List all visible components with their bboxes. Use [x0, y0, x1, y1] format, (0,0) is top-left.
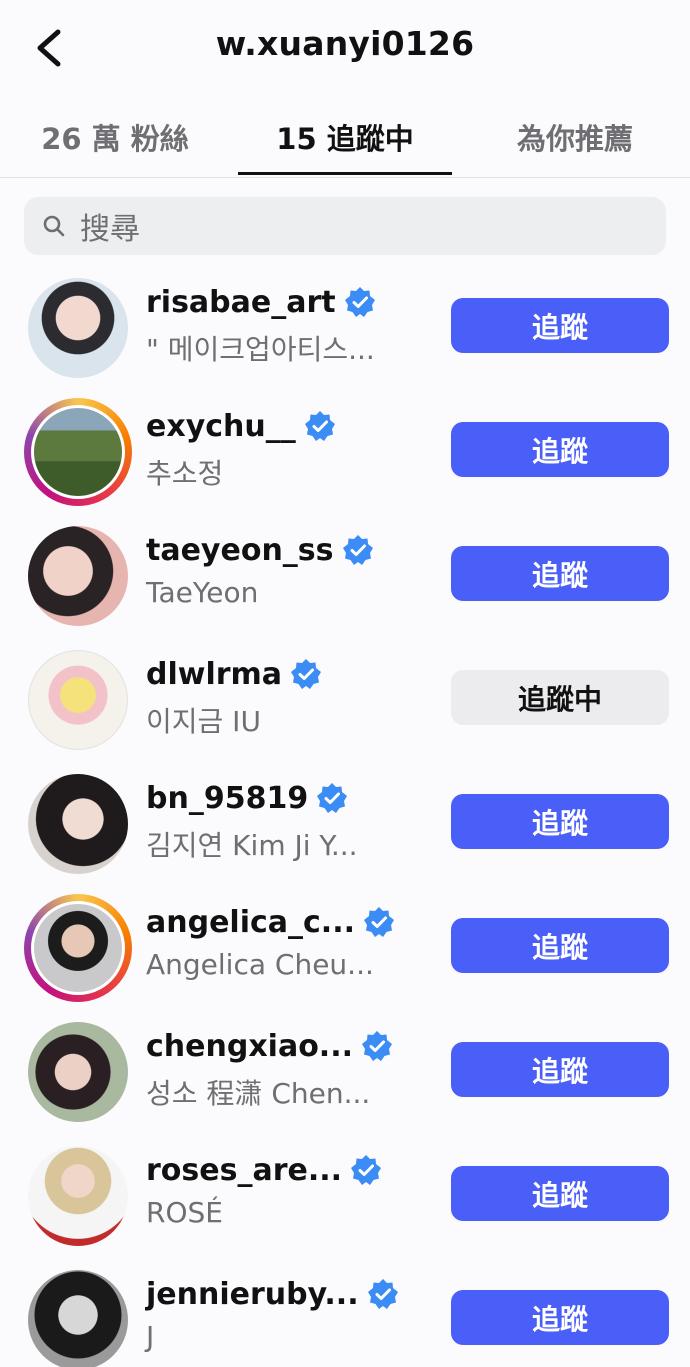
search-input[interactable]: 搜尋	[24, 197, 666, 255]
verified-badge-icon	[362, 1031, 392, 1061]
username[interactable]: risabae_art	[146, 285, 336, 320]
display-name: 이지금 IU	[146, 705, 261, 738]
display-name: " 메이크업아티스...	[146, 333, 375, 366]
avatar[interactable]	[24, 770, 132, 878]
verified-badge-icon	[342, 535, 373, 565]
list-item[interactable]: chengxiao... 성소 程潇 Chen... 追蹤	[0, 1014, 690, 1130]
avatar[interactable]	[24, 1018, 132, 1126]
username[interactable]: jennieruby...	[146, 1277, 359, 1312]
verified-badge-icon	[291, 659, 322, 689]
search-icon	[43, 215, 65, 237]
follow-button[interactable]: 追蹤	[451, 298, 669, 353]
verified-badge-icon	[351, 1155, 382, 1185]
list-item[interactable]: jennieruby... J 追蹤	[0, 1262, 690, 1367]
following-button[interactable]: 追蹤中	[451, 670, 669, 725]
avatar[interactable]	[24, 1142, 132, 1250]
avatar[interactable]	[24, 646, 132, 754]
username[interactable]: roses_are...	[146, 1153, 342, 1188]
follow-button[interactable]: 追蹤	[451, 918, 669, 973]
follow-button[interactable]: 追蹤	[451, 1042, 669, 1097]
verified-badge-icon	[317, 783, 348, 813]
avatar[interactable]	[24, 1266, 132, 1367]
username[interactable]: dlwlrma	[146, 657, 282, 692]
avatar[interactable]	[24, 274, 132, 382]
list-item[interactable]: taeyeon_ss TaeYeon 追蹤	[0, 518, 690, 634]
list-item[interactable]: angelica_c... Angelica Cheu... 追蹤	[0, 890, 690, 1006]
display-name: 성소 程潇 Chen...	[146, 1077, 371, 1110]
username[interactable]: angelica_c...	[146, 905, 355, 940]
follow-button[interactable]: 追蹤	[451, 1290, 669, 1345]
username[interactable]: chengxiao...	[146, 1029, 353, 1064]
list-item[interactable]: roses_are... ROSÉ 追蹤	[0, 1138, 690, 1254]
list-item[interactable]: dlwlrma 이지금 IU 追蹤中	[0, 642, 690, 758]
display-name: TaeYeon	[146, 576, 259, 609]
avatar[interactable]	[24, 894, 132, 1002]
list-item[interactable]: exychu__ 추소정 追蹤	[0, 394, 690, 510]
display-name: 추소정	[146, 457, 224, 490]
verified-badge-icon	[364, 907, 394, 937]
tab-following[interactable]: 15 追蹤中	[238, 116, 452, 174]
list-item[interactable]: risabae_art " 메이크업아티스... 追蹤	[0, 270, 690, 386]
page-title: w.xuanyi0126	[215, 24, 475, 63]
tab-followers[interactable]: 26 萬 粉絲	[10, 116, 220, 174]
display-name: Angelica Cheu...	[146, 948, 374, 981]
verified-badge-icon	[304, 411, 335, 441]
follow-button[interactable]: 追蹤	[451, 794, 669, 849]
active-tab-indicator	[238, 172, 452, 175]
verified-badge-icon	[367, 1279, 398, 1309]
display-name: ROSÉ	[146, 1196, 223, 1229]
top-bar: w.xuanyi0126	[0, 0, 690, 96]
avatar[interactable]	[24, 522, 132, 630]
list-item[interactable]: bn_95819 김지연 Kim Ji Y... 追蹤	[0, 766, 690, 882]
search-placeholder: 搜尋	[80, 212, 140, 247]
username[interactable]: bn_95819	[146, 781, 308, 816]
verified-badge-icon	[344, 287, 375, 317]
display-name: J	[146, 1320, 155, 1353]
follow-button[interactable]: 追蹤	[451, 546, 669, 601]
username[interactable]: exychu__	[146, 409, 296, 444]
tab-bar: 26 萬 粉絲 15 追蹤中 為你推薦	[0, 96, 690, 178]
tab-suggested[interactable]: 為你推薦	[470, 116, 680, 174]
avatar[interactable]	[24, 398, 132, 506]
follow-button[interactable]: 追蹤	[451, 422, 669, 477]
display-name: 김지연 Kim Ji Y...	[146, 829, 358, 862]
username[interactable]: taeyeon_ss	[146, 533, 334, 568]
follow-button[interactable]: 追蹤	[451, 1166, 669, 1221]
